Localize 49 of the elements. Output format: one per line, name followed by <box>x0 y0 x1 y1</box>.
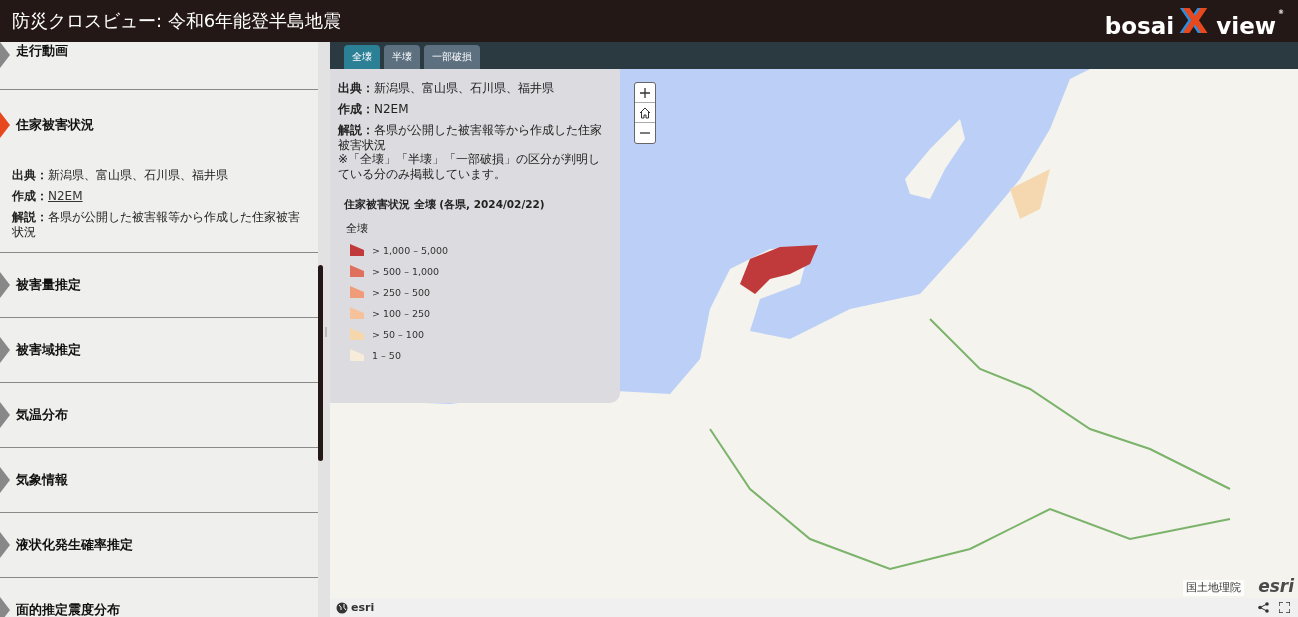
plus-icon <box>640 87 650 98</box>
legend-field: 全壊 <box>346 222 612 236</box>
detail-line: 出典：新潟県、富山県、石川県、福井県 <box>12 168 229 183</box>
scrollbar-thumb[interactable] <box>318 265 323 461</box>
legend-title: 住家被害状況 全壊 (各県, 2024/02/22) <box>344 198 546 212</box>
map-tab[interactable]: 一部破損 <box>424 45 480 69</box>
sidebar-item[interactable]: 住家被害状況 <box>0 90 318 160</box>
arrow-icon <box>0 272 10 298</box>
legend-label: > 100 – 250 <box>372 307 431 319</box>
logo-mark: X <box>1182 4 1209 38</box>
info-text: 作成：N2EM <box>338 102 410 117</box>
globe-icon <box>336 601 348 614</box>
legend-label: > 50 – 100 <box>372 328 424 340</box>
info-text: 解説：各県が公開した被害報等から作成した住家被害状況 <box>338 123 603 153</box>
sidebar-item[interactable]: 気温分布 <box>0 383 318 447</box>
sidebar-item[interactable]: 走行動画 <box>0 42 318 68</box>
map-attribution: 国土地理院 <box>1183 580 1244 596</box>
sidebar-item[interactable]: 被害域推定 <box>0 318 318 382</box>
info-text: 出典：新潟県、富山県、石川県、福井県 <box>338 81 555 96</box>
map-tab[interactable]: 全壊 <box>344 45 380 69</box>
creator-link[interactable]: N2EM <box>48 189 83 203</box>
home-icon <box>639 106 651 119</box>
legend-label: > 500 – 1,000 <box>372 265 440 277</box>
esri-logo: esri <box>351 601 375 614</box>
fullscreen-icon[interactable] <box>1279 602 1290 613</box>
legend-label: > 1,000 – 5,000 <box>372 244 449 256</box>
arrow-icon <box>0 467 10 493</box>
resize-handle[interactable] <box>325 327 327 337</box>
info-note: ※「全壊」「半壊」「一部破損」の区分が判明している分のみ掲載しています。 <box>338 152 602 182</box>
sidebar-item[interactable]: 面的推定震度分布 <box>0 578 318 617</box>
legend-label: 1 – 50 <box>372 349 401 361</box>
arrow-icon <box>0 532 10 558</box>
sidebar-item[interactable]: 液状化発生確率推定 <box>0 513 318 577</box>
app-title: 防災クロスビュー: 令和6年能登半島地震 <box>12 9 342 33</box>
logo-wordmark: view <box>1216 14 1276 38</box>
legend-label: > 250 – 500 <box>372 286 431 298</box>
arrow-icon <box>0 42 10 68</box>
sidebar-item[interactable]: 被害量推定 <box>0 253 318 317</box>
logo-wordmark: bosai <box>1104 14 1175 38</box>
sidebar-item[interactable]: 気象情報 <box>0 448 318 512</box>
arrow-icon <box>0 112 10 138</box>
arrow-icon <box>0 337 10 363</box>
detail-line: 解説：各県が公開した被害報等から作成した住家被害状況 <box>12 210 301 240</box>
arrow-icon <box>0 402 10 428</box>
arrow-icon <box>0 597 10 617</box>
detail-line: 作成：N2EM <box>12 189 84 204</box>
map-tab[interactable]: 半壊 <box>384 45 420 69</box>
esri-logo: esri <box>1258 576 1294 596</box>
share-icon[interactable] <box>1258 602 1269 613</box>
